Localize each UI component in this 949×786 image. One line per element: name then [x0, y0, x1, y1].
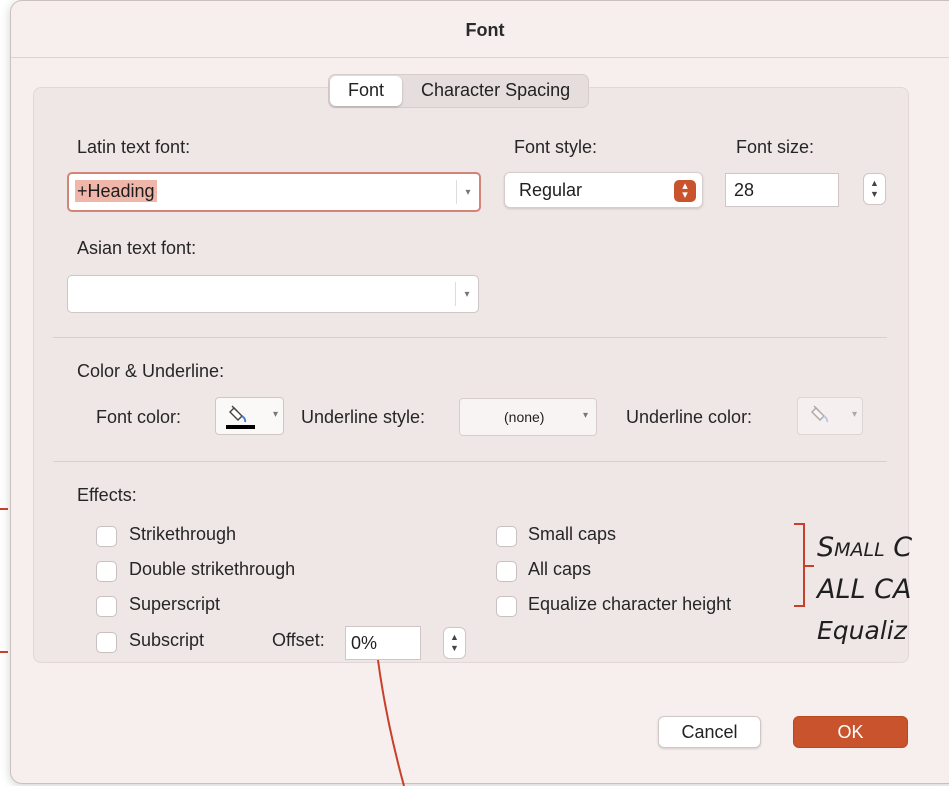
- annotation-small-caps: Small C: [817, 532, 913, 563]
- paint-bucket-icon: [811, 405, 829, 423]
- font-size-field[interactable]: 28: [725, 173, 839, 207]
- checkbox-subscript[interactable]: [96, 632, 117, 653]
- effects-heading: Effects:: [77, 485, 137, 505]
- font-style-label: Font style:: [514, 137, 598, 157]
- latin-font-value[interactable]: +Heading: [75, 180, 157, 202]
- cancel-button[interactable]: Cancel: [658, 716, 761, 748]
- offset-value: 0%: [351, 633, 378, 653]
- stepper-down-icon[interactable]: ▼: [870, 189, 879, 200]
- font-style-value: Regular: [519, 180, 583, 200]
- stepper-up-icon[interactable]: ▲: [450, 632, 459, 643]
- ok-button[interactable]: OK: [793, 716, 908, 748]
- annotation-equalize: Equaliz: [817, 616, 907, 645]
- superscript-label[interactable]: Superscript: [129, 594, 220, 615]
- dropdown-arrow-icon[interactable]: ▾: [456, 180, 479, 204]
- offset-field[interactable]: 0%: [345, 626, 421, 660]
- underline-style-label: Underline style:: [301, 407, 426, 427]
- latin-font-combobox[interactable]: +Heading ▾: [67, 172, 481, 212]
- dropdown-arrow-icon[interactable]: ▾: [273, 409, 278, 420]
- stepper-down-icon[interactable]: ▼: [450, 643, 459, 654]
- asian-font-label: Asian text font:: [77, 238, 197, 258]
- equalize-height-label[interactable]: Equalize character height: [528, 594, 731, 615]
- font-size-stepper[interactable]: ▲ ▼: [863, 173, 886, 205]
- checkbox-equalize-height[interactable]: [496, 596, 517, 617]
- underline-color-label: Underline color:: [626, 407, 753, 427]
- up-down-chevron-icon[interactable]: ▴ ▾: [674, 180, 696, 202]
- font-color-label: Font color:: [96, 407, 182, 427]
- checkbox-superscript[interactable]: [96, 596, 117, 617]
- stepper-up-icon[interactable]: ▲: [870, 178, 879, 189]
- tab-bar: Font Character Spacing: [328, 74, 590, 108]
- checkbox-small-caps[interactable]: [496, 526, 517, 547]
- dialog-title: Font: [11, 1, 949, 58]
- font-color-swatch: [226, 425, 255, 429]
- dropdown-arrow-icon[interactable]: ▾: [583, 410, 588, 421]
- font-style-popup[interactable]: Regular ▴ ▾: [504, 172, 703, 208]
- all-caps-label[interactable]: All caps: [528, 559, 591, 580]
- offset-label: Offset:: [272, 630, 325, 650]
- subscript-label[interactable]: Subscript: [129, 630, 204, 651]
- font-size-value: 28: [734, 180, 755, 200]
- small-caps-label[interactable]: Small caps: [528, 524, 616, 545]
- checkbox-all-caps[interactable]: [496, 561, 517, 582]
- font-color-button[interactable]: ▾: [215, 397, 284, 435]
- strikethrough-label[interactable]: Strikethrough: [129, 524, 236, 545]
- dropdown-arrow-icon[interactable]: ▾: [852, 409, 857, 420]
- asian-font-combobox[interactable]: ▾: [67, 275, 479, 313]
- underline-style-popup[interactable]: (none) ▾: [459, 398, 597, 436]
- checkbox-double-strikethrough[interactable]: [96, 561, 117, 582]
- tab-font[interactable]: Font: [330, 76, 403, 106]
- dropdown-arrow-icon[interactable]: ▾: [455, 282, 478, 306]
- font-size-label: Font size:: [736, 137, 815, 157]
- color-underline-heading: Color & Underline:: [77, 361, 225, 381]
- underline-color-button[interactable]: ▾: [797, 397, 863, 435]
- separator: [53, 337, 887, 338]
- annotation-all-caps: ALL CA: [817, 574, 912, 605]
- tab-character-spacing[interactable]: Character Spacing: [403, 75, 588, 107]
- separator: [53, 461, 887, 462]
- checkbox-strikethrough[interactable]: [96, 526, 117, 547]
- underline-style-value: (none): [504, 409, 545, 425]
- offset-stepper[interactable]: ▲ ▼: [443, 627, 466, 659]
- latin-font-label: Latin text font:: [77, 137, 191, 157]
- double-strikethrough-label[interactable]: Double strikethrough: [129, 559, 295, 580]
